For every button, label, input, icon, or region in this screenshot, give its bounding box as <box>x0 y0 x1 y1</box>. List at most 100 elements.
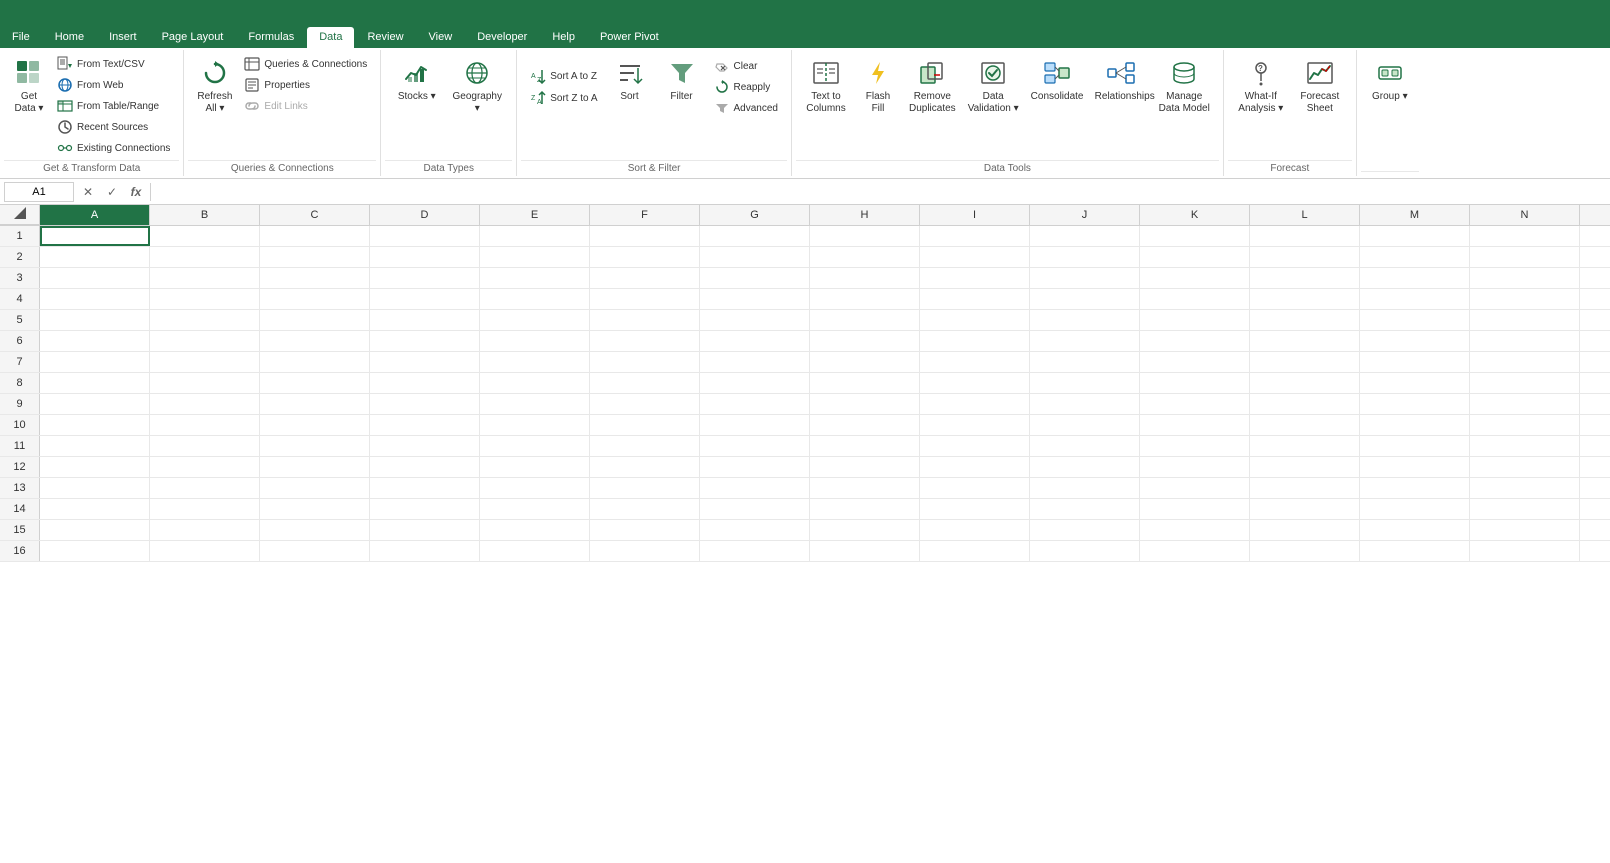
cell-L13[interactable] <box>1250 478 1360 498</box>
get-data-button[interactable]: GetData ▾ <box>8 54 50 120</box>
cell-H3[interactable] <box>810 268 920 288</box>
cell-E2[interactable] <box>480 247 590 267</box>
cell-F14[interactable] <box>590 499 700 519</box>
cell-C9[interactable] <box>260 394 370 414</box>
cell-E10[interactable] <box>480 415 590 435</box>
cell-C16[interactable] <box>260 541 370 561</box>
cell-F9[interactable] <box>590 394 700 414</box>
cell-L6[interactable] <box>1250 331 1360 351</box>
cell-B4[interactable] <box>150 289 260 309</box>
cell-D5[interactable] <box>370 310 480 330</box>
cell-I14[interactable] <box>920 499 1030 519</box>
cell-H12[interactable] <box>810 457 920 477</box>
cell-D4[interactable] <box>370 289 480 309</box>
cell-M5[interactable] <box>1360 310 1470 330</box>
cell-E8[interactable] <box>480 373 590 393</box>
confirm-button[interactable]: ✓ <box>102 182 122 202</box>
cell-F2[interactable] <box>590 247 700 267</box>
cell-L8[interactable] <box>1250 373 1360 393</box>
cell-J14[interactable] <box>1030 499 1140 519</box>
row-header-6[interactable]: 6 <box>0 331 40 351</box>
col-header-g[interactable]: G <box>700 205 810 225</box>
row-header-10[interactable]: 10 <box>0 415 40 435</box>
cell-I4[interactable] <box>920 289 1030 309</box>
cell-G9[interactable] <box>700 394 810 414</box>
cell-C1[interactable] <box>260 226 370 246</box>
existing-connections-button[interactable]: Existing Connections <box>52 138 175 158</box>
cell-B9[interactable] <box>150 394 260 414</box>
cell-F10[interactable] <box>590 415 700 435</box>
cell-F12[interactable] <box>590 457 700 477</box>
cell-A3[interactable] <box>40 268 150 288</box>
cell-J15[interactable] <box>1030 520 1140 540</box>
tab-formulas[interactable]: Formulas <box>236 27 306 48</box>
data-validation-button[interactable]: DataValidation ▾ <box>963 54 1024 120</box>
row-header-13[interactable]: 13 <box>0 478 40 498</box>
cell-D10[interactable] <box>370 415 480 435</box>
cell-A12[interactable] <box>40 457 150 477</box>
cell-D2[interactable] <box>370 247 480 267</box>
cell-E3[interactable] <box>480 268 590 288</box>
cell-K1[interactable] <box>1140 226 1250 246</box>
cell-N10[interactable] <box>1470 415 1580 435</box>
cell-L11[interactable] <box>1250 436 1360 456</box>
cell-E7[interactable] <box>480 352 590 372</box>
cell-J6[interactable] <box>1030 331 1140 351</box>
cell-I6[interactable] <box>920 331 1030 351</box>
cell-N1[interactable] <box>1470 226 1580 246</box>
cell-D7[interactable] <box>370 352 480 372</box>
cell-F8[interactable] <box>590 373 700 393</box>
col-header-l[interactable]: L <box>1250 205 1360 225</box>
tab-page-layout[interactable]: Page Layout <box>150 27 236 48</box>
formula-input[interactable] <box>155 185 1606 199</box>
cell-L9[interactable] <box>1250 394 1360 414</box>
cell-J3[interactable] <box>1030 268 1140 288</box>
tab-review[interactable]: Review <box>355 27 415 48</box>
cell-E14[interactable] <box>480 499 590 519</box>
cell-F7[interactable] <box>590 352 700 372</box>
sort-za-button[interactable]: Z A Sort Z to A <box>525 88 602 108</box>
row-header-5[interactable]: 5 <box>0 310 40 330</box>
cell-E9[interactable] <box>480 394 590 414</box>
cell-C11[interactable] <box>260 436 370 456</box>
from-web-button[interactable]: From Web <box>52 75 175 95</box>
cell-A15[interactable] <box>40 520 150 540</box>
cell-F16[interactable] <box>590 541 700 561</box>
cell-G15[interactable] <box>700 520 810 540</box>
cell-H10[interactable] <box>810 415 920 435</box>
cell-C5[interactable] <box>260 310 370 330</box>
row-header-15[interactable]: 15 <box>0 520 40 540</box>
cell-G8[interactable] <box>700 373 810 393</box>
cancel-button[interactable]: ✕ <box>78 182 98 202</box>
edit-links-button[interactable]: Edit Links <box>239 96 372 116</box>
row-header-9[interactable]: 9 <box>0 394 40 414</box>
cell-G14[interactable] <box>700 499 810 519</box>
cell-I3[interactable] <box>920 268 1030 288</box>
col-header-b[interactable]: B <box>150 205 260 225</box>
cell-F11[interactable] <box>590 436 700 456</box>
cell-M13[interactable] <box>1360 478 1470 498</box>
tab-developer[interactable]: Developer <box>465 27 539 48</box>
cell-A2[interactable] <box>40 247 150 267</box>
cell-F5[interactable] <box>590 310 700 330</box>
cell-M4[interactable] <box>1360 289 1470 309</box>
cell-D3[interactable] <box>370 268 480 288</box>
cell-L10[interactable] <box>1250 415 1360 435</box>
relationships-button[interactable]: Relationships <box>1090 54 1152 120</box>
row-header-2[interactable]: 2 <box>0 247 40 267</box>
cell-H14[interactable] <box>810 499 920 519</box>
cell-H6[interactable] <box>810 331 920 351</box>
cell-H4[interactable] <box>810 289 920 309</box>
properties-button[interactable]: Properties <box>239 75 372 95</box>
col-header-h[interactable]: H <box>810 205 920 225</box>
reapply-button[interactable]: Reapply <box>709 77 783 97</box>
cell-F4[interactable] <box>590 289 700 309</box>
stocks-button[interactable]: Stocks ▾ <box>389 54 444 120</box>
cell-D15[interactable] <box>370 520 480 540</box>
function-button[interactable]: fx <box>126 182 146 202</box>
geography-button[interactable]: Geography ▾ <box>446 54 508 120</box>
tab-file[interactable]: File <box>0 27 42 48</box>
cell-I15[interactable] <box>920 520 1030 540</box>
col-header-c[interactable]: C <box>260 205 370 225</box>
cell-C12[interactable] <box>260 457 370 477</box>
